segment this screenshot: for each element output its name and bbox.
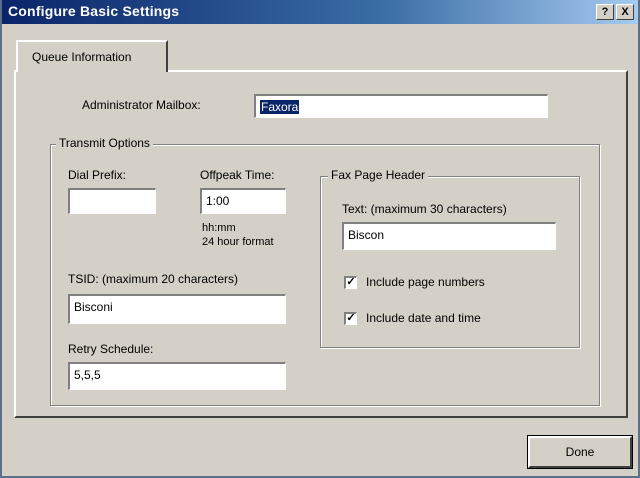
- close-icon: X: [621, 6, 629, 18]
- header-text-value: Biscon: [348, 228, 385, 242]
- help-icon: ?: [601, 6, 609, 18]
- checkmark-icon: ✓: [346, 312, 356, 324]
- offpeak-time-field[interactable]: 1:00: [200, 188, 286, 214]
- offpeak-time-value: 1:00: [206, 194, 230, 208]
- offpeak-time-label: Offpeak Time:: [200, 168, 275, 182]
- done-button[interactable]: Done: [527, 435, 633, 469]
- include-page-numbers-checkbox[interactable]: ✓: [344, 276, 357, 289]
- retry-schedule-value: 5,5,5: [74, 368, 101, 382]
- tab-queue-information[interactable]: Queue Information: [16, 40, 168, 72]
- close-button[interactable]: X: [616, 4, 634, 20]
- tsid-value: Bisconi: [74, 300, 113, 314]
- fax-page-header-label: Fax Page Header: [328, 168, 429, 182]
- offpeak-hint-24h: 24 hour format: [202, 236, 274, 248]
- header-text-label: Text: (maximum 30 characters): [342, 202, 507, 216]
- tsid-label: TSID: (maximum 20 characters): [68, 272, 239, 286]
- administrator-mailbox-field[interactable]: Faxora: [254, 94, 548, 118]
- retry-schedule-field[interactable]: 5,5,5: [68, 362, 286, 390]
- include-date-time-checkbox[interactable]: ✓: [344, 312, 357, 325]
- configure-basic-settings-dialog: Configure Basic Settings ? X Queue Infor…: [0, 0, 640, 478]
- tsid-field[interactable]: Bisconi: [68, 294, 286, 324]
- transmit-options-label: Transmit Options: [56, 136, 153, 150]
- header-text-field[interactable]: Biscon: [342, 222, 556, 250]
- dial-prefix-label: Dial Prefix:: [68, 168, 127, 182]
- include-date-time-label: Include date and time: [366, 311, 481, 325]
- include-page-numbers-label: Include page numbers: [366, 275, 485, 289]
- retry-schedule-label: Retry Schedule:: [68, 342, 154, 356]
- window-title: Configure Basic Settings: [8, 3, 180, 19]
- tab-queue-information-label: Queue Information: [32, 50, 132, 64]
- dial-prefix-field[interactable]: [68, 188, 156, 214]
- administrator-mailbox-label: Administrator Mailbox:: [82, 98, 201, 112]
- offpeak-hint-format: hh:mm: [202, 222, 236, 234]
- checkmark-icon: ✓: [346, 276, 356, 288]
- administrator-mailbox-value: Faxora: [260, 100, 300, 114]
- help-button[interactable]: ?: [596, 4, 614, 20]
- done-button-label: Done: [565, 445, 595, 459]
- title-bar[interactable]: Configure Basic Settings ? X: [2, 0, 638, 24]
